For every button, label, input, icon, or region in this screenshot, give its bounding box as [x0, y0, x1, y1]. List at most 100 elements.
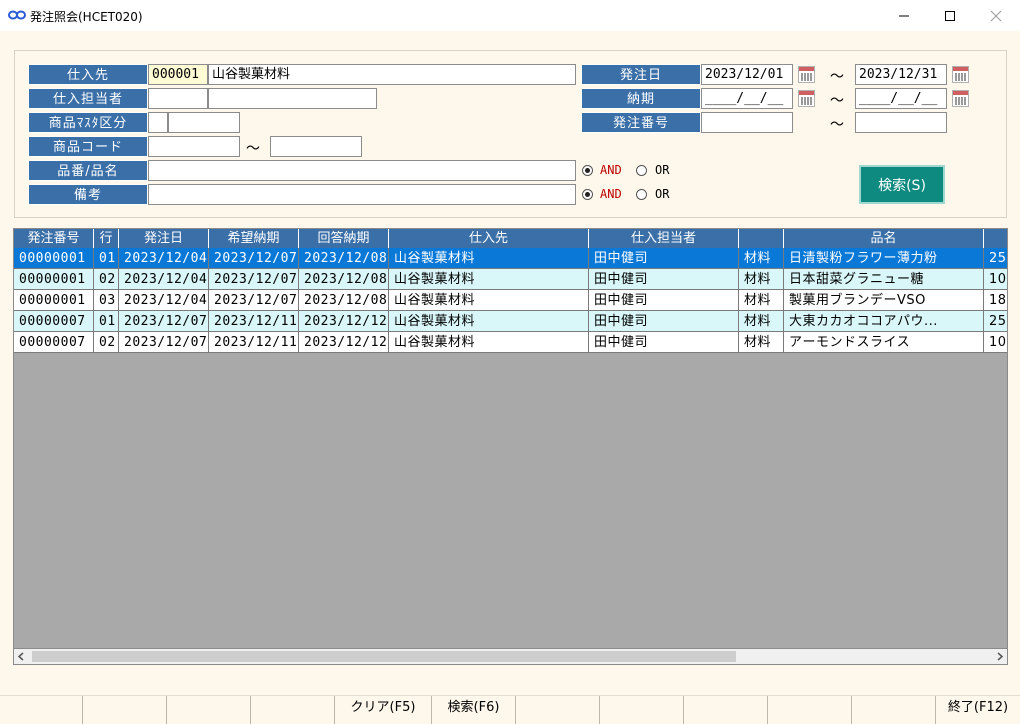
delivery-label: 納期 [581, 88, 701, 109]
table-cell: 材料 [739, 311, 784, 332]
maximize-icon [945, 10, 955, 21]
order-date-from-calendar-icon[interactable] [798, 66, 815, 83]
table-cell: 02 [94, 332, 119, 353]
product-code-label: 商品コード [28, 136, 148, 157]
table-cell: 100 [984, 269, 1007, 290]
buyer-name-field[interactable] [208, 88, 377, 109]
part-name-field[interactable] [148, 160, 576, 181]
table-row[interactable]: 00000001 01 2023/12/04 2023/12/07 2023/12/08… [14, 248, 1007, 269]
exit-button[interactable]: 終了(F12) [935, 696, 1020, 724]
window-title: 発注照会(HCET020) [30, 10, 143, 24]
search-f6-button[interactable]: 検索(F6) [431, 696, 515, 724]
part-name-or-radio[interactable] [636, 165, 647, 176]
table-cell: 田中健司 [589, 248, 739, 269]
table-cell: 00000001 [14, 290, 94, 311]
supplier-code-field[interactable]: 000001 [148, 64, 208, 85]
column-header[interactable]: 発注日 [119, 229, 209, 248]
table-cell: 2023/12/07 [209, 290, 299, 311]
table-cell: 2023/12/12 [299, 311, 389, 332]
order-no-from-field[interactable] [701, 112, 793, 133]
remarks-field[interactable] [148, 184, 576, 205]
table-cell: 00000001 [14, 269, 94, 290]
table-cell: 250 [984, 248, 1007, 269]
scroll-right-icon[interactable] [995, 652, 1004, 661]
table-cell: 2023/12/08 [299, 248, 389, 269]
fkey-slot-3 [166, 696, 250, 724]
table-row[interactable]: 00000007 02 2023/12/07 2023/12/11 2023/12/12… [14, 332, 1007, 353]
order-date-to-field[interactable]: 2023/12/31 [855, 64, 947, 85]
order-date-tilde: ～ [830, 69, 844, 85]
clear-button[interactable]: クリア(F5) [334, 696, 431, 724]
horizontal-scrollbar[interactable] [13, 648, 1008, 665]
table-cell: アーモンドスライス [784, 332, 984, 353]
category-code-field[interactable] [148, 112, 168, 133]
app-logo-icon [8, 10, 26, 20]
column-header[interactable] [739, 229, 784, 248]
column-header[interactable]: 希望納期 [209, 229, 299, 248]
table-cell: 山谷製菓材料 [389, 290, 589, 311]
table-cell: 2023/12/04 [119, 269, 209, 290]
column-header[interactable]: 仕入先 [389, 229, 589, 248]
table-cell: 01 [94, 311, 119, 332]
column-header[interactable] [984, 229, 1007, 248]
close-icon [990, 10, 1002, 21]
order-no-to-field[interactable] [855, 112, 947, 133]
table-cell: 01 [94, 248, 119, 269]
product-code-to-field[interactable] [270, 136, 362, 157]
delivery-to-field[interactable]: ____/__/__ [855, 88, 947, 109]
column-header[interactable]: 回答納期 [299, 229, 389, 248]
function-key-bar: クリア(F5) 検索(F6) 終了(F12) [0, 695, 1020, 724]
column-header[interactable]: 品名 [784, 229, 984, 248]
maximize-button[interactable] [927, 0, 973, 31]
fkey-slot-4 [250, 696, 334, 724]
fkey-slot-9 [683, 696, 767, 724]
table-cell: 製菓用ブランデーVSO [784, 290, 984, 311]
table-cell: 2023/12/07 [209, 269, 299, 290]
column-header[interactable]: 仕入担当者 [589, 229, 739, 248]
table-cell: 2023/12/04 [119, 290, 209, 311]
scroll-left-icon[interactable] [17, 652, 26, 661]
supplier-name-field[interactable]: 山谷製菓材料 [208, 64, 576, 85]
table-cell: 材料 [739, 248, 784, 269]
search-button[interactable]: 検索(S) [859, 165, 945, 204]
close-button[interactable] [973, 0, 1019, 31]
delivery-from-field[interactable]: ____/__/__ [701, 88, 793, 109]
order-date-to-calendar-icon[interactable] [952, 66, 969, 83]
table-cell: 材料 [739, 269, 784, 290]
fkey-slot-10 [767, 696, 851, 724]
table-row[interactable]: 00000007 01 2023/12/07 2023/12/11 2023/12/12… [14, 311, 1007, 332]
remarks-and-radio[interactable] [582, 189, 593, 200]
minimize-button[interactable] [881, 0, 927, 31]
delivery-from-calendar-icon[interactable] [798, 90, 815, 107]
delivery-to-calendar-icon[interactable] [952, 90, 969, 107]
column-header[interactable]: 発注番号 [14, 229, 94, 248]
remarks-label: 備考 [28, 184, 148, 205]
table-cell: 山谷製菓材料 [389, 269, 589, 290]
table-cell: 00000001 [14, 248, 94, 269]
table-cell: 2023/12/08 [299, 269, 389, 290]
fkey-slot-11 [851, 696, 935, 724]
horizontal-scroll-thumb[interactable] [32, 651, 736, 662]
results-grid[interactable]: 発注番号行発注日 希望納期 回答納期 仕入先 仕入担当者 品名 00000001 01 202… [13, 228, 1008, 665]
table-cell: 材料 [739, 332, 784, 353]
part-name-and-label: AND [600, 163, 622, 177]
buyer-code-field[interactable] [148, 88, 208, 109]
table-cell: 2023/12/11 [209, 332, 299, 353]
column-header[interactable]: 行 [94, 229, 119, 248]
category-name-field[interactable] [168, 112, 240, 133]
table-cell: 日清製粉フラワー薄力粉 [784, 248, 984, 269]
delivery-tilde: ～ [830, 93, 844, 109]
table-cell: 03 [94, 290, 119, 311]
table-cell: 2023/12/07 [119, 332, 209, 353]
table-cell: 山谷製菓材料 [389, 332, 589, 353]
fkey-slot-8 [599, 696, 683, 724]
title-bar: 発注照会(HCET020) [0, 0, 1020, 31]
part-name-and-radio[interactable] [582, 165, 593, 176]
order-no-tilde: ～ [830, 117, 844, 133]
table-cell: 田中健司 [589, 311, 739, 332]
table-row[interactable]: 00000001 03 2023/12/04 2023/12/07 2023/12/08… [14, 290, 1007, 311]
order-date-from-field[interactable]: 2023/12/01 [701, 64, 793, 85]
remarks-or-radio[interactable] [636, 189, 647, 200]
product-code-from-field[interactable] [148, 136, 240, 157]
table-row[interactable]: 00000001 02 2023/12/04 2023/12/07 2023/12/08… [14, 269, 1007, 290]
